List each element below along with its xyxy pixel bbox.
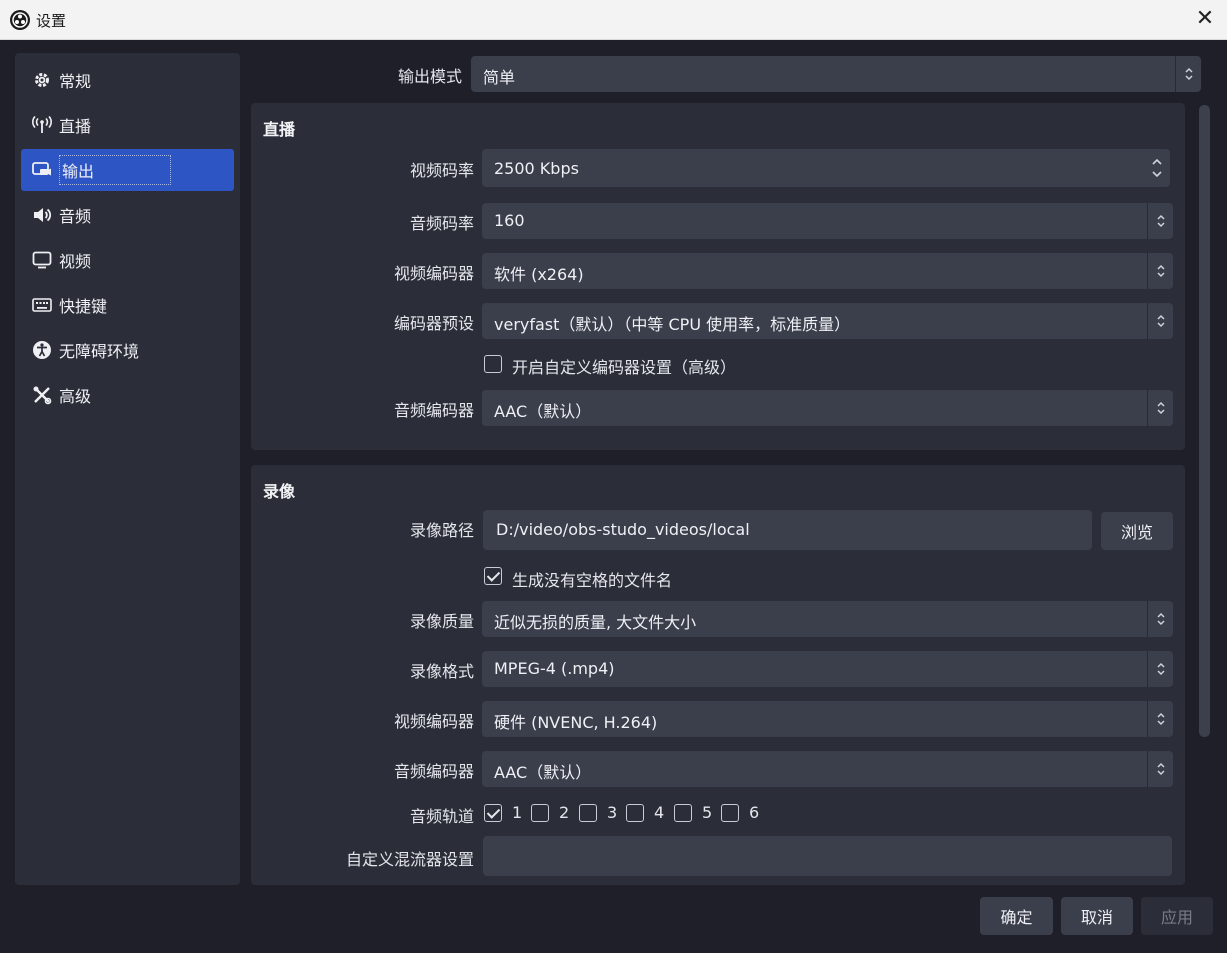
recording-audio-encoder-select[interactable]: AAC（默认） xyxy=(482,751,1173,787)
recording-format-value: MPEG-4 (.mp4) xyxy=(494,659,615,678)
stream-audio-encoder-select[interactable]: AAC（默认） xyxy=(482,390,1173,426)
sidebar-item-label: 直播 xyxy=(59,117,92,136)
recording-quality-select[interactable]: 近似无损的质量, 大文件大小 xyxy=(482,601,1173,637)
chevron-updown-icon xyxy=(1147,303,1173,339)
sidebar-item-video[interactable]: 视频 xyxy=(21,239,234,281)
recording-video-encoder-label: 视频编码器 xyxy=(393,712,474,731)
scrollbar-thumb[interactable] xyxy=(1199,105,1210,737)
streaming-group-title: 直播 xyxy=(263,120,296,139)
track-3-checkbox[interactable] xyxy=(579,804,597,822)
cancel-button[interactable]: 取消 xyxy=(1061,897,1133,935)
chevron-updown-icon xyxy=(1147,601,1173,637)
sidebar-item-audio[interactable]: 音频 xyxy=(21,194,234,236)
monitor-icon xyxy=(31,249,53,271)
recording-video-encoder-select[interactable]: 硬件 (NVENC, H.264) xyxy=(482,701,1173,737)
settings-sidebar: 常规 直播 输出 音频 视频 快捷键 无障碍环境 高级 xyxy=(15,53,240,885)
ok-button[interactable]: 确定 xyxy=(980,897,1053,935)
output-mode-label: 输出模式 xyxy=(397,67,462,86)
sidebar-item-label: 音频 xyxy=(59,207,92,226)
encoder-preset-select[interactable]: veryfast（默认）（中等 CPU 使用率，标准质量） xyxy=(482,303,1173,339)
audio-bitrate-label: 音频码率 xyxy=(409,214,474,233)
video-bitrate-label: 视频码率 xyxy=(409,161,474,180)
keyboard-icon xyxy=(31,294,53,316)
video-bitrate-spinbox[interactable]: 2500 Kbps xyxy=(482,149,1170,187)
browse-button[interactable]: 浏览 xyxy=(1101,512,1173,550)
recording-group-title: 录像 xyxy=(263,482,296,501)
track-6-checkbox[interactable] xyxy=(721,804,739,822)
track-3-label[interactable]: 3 xyxy=(607,803,617,822)
recording-audio-encoder-value: AAC（默认） xyxy=(494,763,592,782)
antenna-icon xyxy=(31,114,53,136)
sidebar-item-label: 常规 xyxy=(59,72,92,91)
track-5-label[interactable]: 5 xyxy=(702,803,712,822)
window-title: 设置 xyxy=(36,12,67,30)
no-space-filename-label[interactable]: 生成没有空格的文件名 xyxy=(512,567,672,591)
stream-video-encoder-select[interactable]: 软件 (x264) xyxy=(482,253,1173,289)
chevron-updown-icon xyxy=(1147,203,1173,239)
stream-video-encoder-label: 视频编码器 xyxy=(393,264,474,283)
sidebar-item-stream[interactable]: 直播 xyxy=(21,104,234,146)
sidebar-item-label: 输出 xyxy=(59,155,172,185)
sidebar-item-label: 无障碍环境 xyxy=(59,342,140,361)
audio-bitrate-value: 160 xyxy=(494,211,525,230)
tools-icon xyxy=(31,384,53,406)
audio-bitrate-select[interactable]: 160 xyxy=(482,203,1173,239)
custom-encoder-checkbox[interactable] xyxy=(484,355,502,373)
chevron-updown-icon xyxy=(1147,253,1173,289)
recording-audio-encoder-label: 音频编码器 xyxy=(393,762,474,781)
recording-format-select[interactable]: MPEG-4 (.mp4) xyxy=(482,651,1173,687)
track-2-checkbox[interactable] xyxy=(531,804,549,822)
sidebar-item-label: 视频 xyxy=(59,252,92,271)
sidebar-item-output[interactable]: 输出 xyxy=(21,149,234,191)
sidebar-item-label: 高级 xyxy=(59,387,92,406)
stream-audio-encoder-value: AAC（默认） xyxy=(494,402,592,421)
audio-tracks-label: 音频轨道 xyxy=(409,807,474,826)
recording-format-label: 录像格式 xyxy=(409,662,474,681)
recording-quality-label: 录像质量 xyxy=(409,612,474,631)
no-space-filename-checkbox[interactable] xyxy=(484,567,502,585)
chevron-updown-icon xyxy=(1147,651,1173,687)
sidebar-item-label: 快捷键 xyxy=(59,297,108,316)
custom-encoder-label[interactable]: 开启自定义编码器设置（高级） xyxy=(512,354,736,378)
encoder-preset-label: 编码器预设 xyxy=(393,314,474,333)
chevron-updown-icon xyxy=(1147,390,1173,426)
close-icon[interactable]: ✕ xyxy=(1191,6,1219,34)
track-1-label[interactable]: 1 xyxy=(512,803,522,822)
stream-video-encoder-value: 软件 (x264) xyxy=(494,265,584,284)
chevron-updown-icon xyxy=(1147,751,1173,787)
sidebar-item-advanced[interactable]: 高级 xyxy=(21,374,234,416)
track-1-checkbox[interactable] xyxy=(484,804,502,822)
output-mode-value: 简单 xyxy=(483,68,516,87)
track-6-label[interactable]: 6 xyxy=(749,803,759,822)
speaker-icon xyxy=(31,204,53,226)
output-mode-select[interactable]: 简单 xyxy=(471,56,1201,92)
spin-arrows-icon[interactable] xyxy=(1144,149,1170,187)
chevron-updown-icon xyxy=(1147,701,1173,737)
recording-path-input[interactable]: D:/video/obs-studo_videos/local xyxy=(483,510,1092,550)
muxer-settings-input[interactable] xyxy=(483,836,1172,876)
encoder-preset-value: veryfast（默认）（中等 CPU 使用率，标准质量） xyxy=(494,315,851,334)
stream-audio-encoder-label: 音频编码器 xyxy=(393,401,474,420)
track-4-label[interactable]: 4 xyxy=(654,803,664,822)
muxer-settings-label: 自定义混流器设置 xyxy=(345,850,474,869)
obs-logo-icon xyxy=(10,10,30,30)
chevron-updown-icon xyxy=(1175,56,1201,92)
apply-button[interactable]: 应用 xyxy=(1141,897,1213,935)
sidebar-item-general[interactable]: 常规 xyxy=(21,59,234,101)
settings-scrollbar[interactable] xyxy=(1197,103,1212,885)
sidebar-item-accessibility[interactable]: 无障碍环境 xyxy=(21,329,234,371)
accessibility-icon xyxy=(31,339,53,361)
recording-video-encoder-value: 硬件 (NVENC, H.264) xyxy=(494,713,658,732)
recording-quality-value: 近似无损的质量, 大文件大小 xyxy=(494,613,697,632)
recording-path-label: 录像路径 xyxy=(409,521,474,540)
sidebar-item-hotkeys[interactable]: 快捷键 xyxy=(21,284,234,326)
gear-icon xyxy=(31,69,53,91)
track-4-checkbox[interactable] xyxy=(626,804,644,822)
track-2-label[interactable]: 2 xyxy=(559,803,569,822)
title-bar: 设置 ✕ xyxy=(0,0,1227,40)
track-5-checkbox[interactable] xyxy=(674,804,692,822)
recording-path-value: D:/video/obs-studo_videos/local xyxy=(496,520,750,539)
output-icon xyxy=(31,159,53,181)
video-bitrate-value: 2500 Kbps xyxy=(494,159,579,178)
